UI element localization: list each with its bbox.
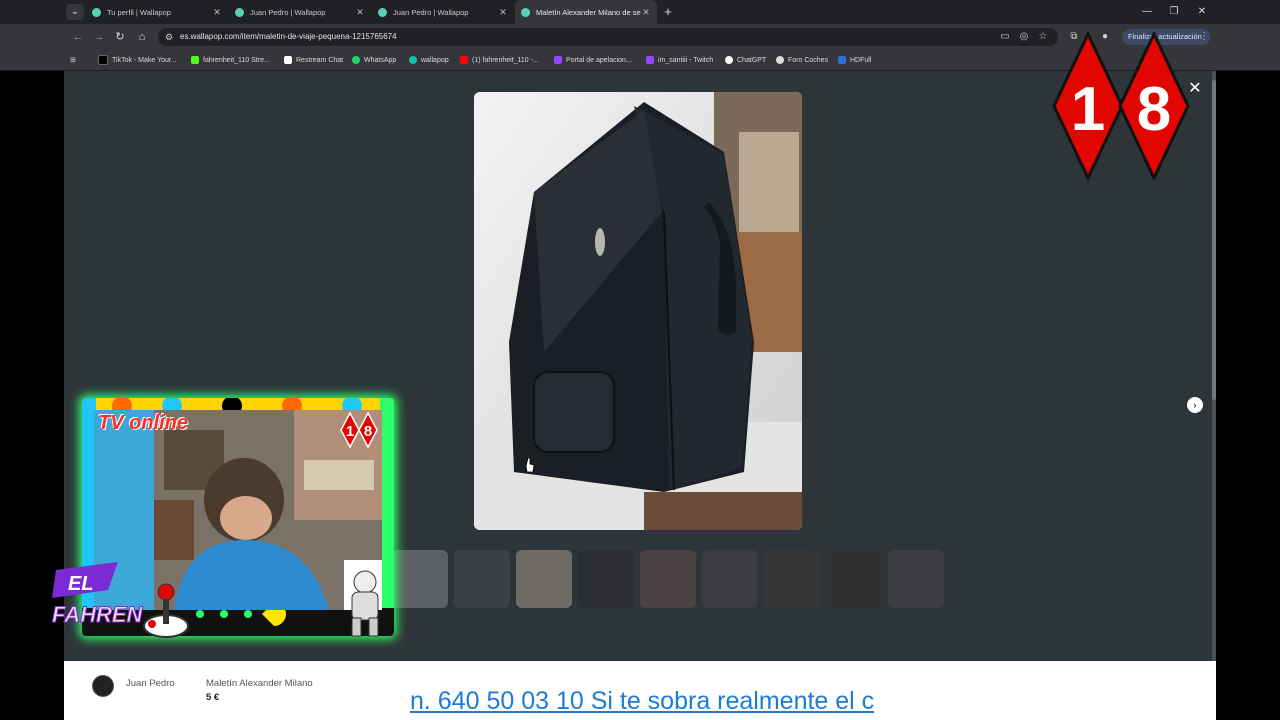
- bookmark-star-icon[interactable]: ☆: [1035, 29, 1051, 45]
- astronaut-icon: [351, 570, 379, 637]
- bookmark-restream[interactable]: Restream Chat: [284, 54, 343, 66]
- mouse-cursor-icon: [525, 458, 535, 472]
- thumbnail-2[interactable]: [454, 550, 510, 608]
- svg-text:1: 1: [346, 423, 354, 440]
- tab-title: Juan Pedro | Wallapop: [250, 7, 326, 17]
- overlay-18-badge: 1 8: [340, 412, 378, 448]
- thumbnail-8[interactable]: [826, 550, 882, 608]
- wallapop-favicon-icon: [378, 7, 387, 17]
- wallapop-favicon-icon: [235, 7, 244, 17]
- tab-title: Maletín Alexander Milano de se: [536, 7, 641, 17]
- url-text[interactable]: es.wallapop.com/item/maletin-de-viaje-pe…: [180, 30, 397, 44]
- restream-icon: [284, 56, 292, 64]
- bookmark-whatsapp[interactable]: WhatsApp: [352, 54, 396, 66]
- whatsapp-icon: [352, 56, 360, 64]
- thumbnail-3[interactable]: [516, 550, 572, 608]
- site-info-icon[interactable]: ⚙: [161, 29, 177, 45]
- thumbnail-6[interactable]: [702, 550, 758, 608]
- item-title: Maletín Alexander Milano: [206, 678, 313, 689]
- joystick-icon: [143, 583, 189, 638]
- tab-juan-pedro-2[interactable]: Juan Pedro | Wallapop ✕: [372, 0, 514, 24]
- tab-juan-pedro-1[interactable]: Juan Pedro | Wallapop ✕: [229, 0, 371, 24]
- thumbnail-1[interactable]: [392, 550, 448, 608]
- bookmark-forocoches[interactable]: Foro Coches: [776, 54, 828, 66]
- apps-grid-icon[interactable]: ⊞: [70, 54, 76, 66]
- bookmark-wallapop[interactable]: wallapop: [409, 54, 449, 66]
- bookmark-youtube[interactable]: (1) fahrenheit_110 -...: [460, 54, 539, 66]
- tab-maletin-active[interactable]: Maletín Alexander Milano de se ✕: [515, 0, 657, 24]
- hdfull-icon: [838, 56, 846, 64]
- close-tab-icon[interactable]: ✕: [498, 7, 508, 18]
- bookmark-twitch-santiii[interactable]: im_santiii - Twitch: [646, 54, 713, 66]
- twitch-icon: [554, 56, 562, 64]
- minimize-icon[interactable]: —: [1137, 4, 1157, 20]
- brand-line-2: FAHREN: [52, 602, 144, 627]
- next-image-chevron-icon[interactable]: ›: [1187, 397, 1203, 413]
- thumbnail-5[interactable]: [640, 550, 696, 608]
- eighteen-logo: 1 8: [1052, 32, 1190, 180]
- tab-tu-perfil[interactable]: Tu perfil | Wallapop ✕: [86, 0, 228, 24]
- wallapop-icon: [409, 56, 417, 64]
- thumbnail-4[interactable]: [578, 550, 634, 608]
- scrolling-ticker-text: n. 640 50 03 10 Si te sobra realmente el…: [410, 687, 875, 715]
- forward-arrow-icon[interactable]: →: [91, 29, 107, 45]
- chatgpt-icon: [725, 56, 733, 64]
- window-close-icon[interactable]: ✕: [1192, 4, 1212, 20]
- twitch-icon: [646, 56, 654, 64]
- back-arrow-icon[interactable]: ←: [70, 29, 86, 45]
- home-icon[interactable]: ⌂: [134, 29, 150, 45]
- bookmark-hdfull[interactable]: HDFull: [838, 54, 871, 66]
- kick-icon: [191, 56, 199, 64]
- svg-text:8: 8: [364, 423, 372, 440]
- eye-off-icon[interactable]: ◎: [1016, 29, 1032, 45]
- brand-line-1: EL: [68, 573, 94, 595]
- close-tab-icon[interactable]: ✕: [355, 7, 365, 18]
- restore-icon[interactable]: ❐: [1164, 4, 1184, 20]
- reload-icon[interactable]: ↻: [112, 29, 128, 45]
- tiktok-icon: [98, 55, 108, 65]
- install-app-icon[interactable]: ▭: [997, 29, 1013, 45]
- bookmark-tiktok[interactable]: TikTok - Make Your...: [98, 54, 177, 66]
- thumbnail-9[interactable]: [888, 550, 944, 608]
- bookmark-kick[interactable]: fahrenheit_110 Stre...: [191, 54, 270, 66]
- tv-online-label: TV online: [98, 412, 188, 434]
- item-price: 5 €: [206, 692, 220, 703]
- seller-name[interactable]: Juan Pedro: [126, 678, 175, 689]
- wallapop-favicon-icon: [521, 7, 530, 17]
- youtube-icon: [460, 56, 468, 64]
- main-product-photo[interactable]: [474, 92, 802, 530]
- close-tab-icon[interactable]: ✕: [212, 7, 222, 18]
- menu-kebab-icon[interactable]: ⋮: [1196, 29, 1212, 45]
- wallapop-favicon-icon: [92, 7, 101, 17]
- close-tab-icon[interactable]: ✕: [641, 7, 651, 18]
- thumbnail-7[interactable]: [764, 550, 820, 608]
- logo-digit-2: 8: [1137, 75, 1171, 144]
- tab-title: Juan Pedro | Wallapop: [393, 7, 469, 17]
- seller-avatar[interactable]: [92, 675, 114, 697]
- bookmark-twitch-portal[interactable]: Portal de apelacion...: [554, 54, 632, 66]
- forocoches-icon: [776, 56, 784, 64]
- tab-search-chevron-icon[interactable]: ⌄: [66, 4, 84, 20]
- scrollbar-thumb[interactable]: [1212, 80, 1216, 400]
- new-tab-plus-icon[interactable]: +: [660, 3, 676, 21]
- logo-digit-1: 1: [1071, 75, 1105, 144]
- bookmark-chatgpt[interactable]: ChatGPT: [725, 54, 766, 66]
- tab-title: Tu perfil | Wallapop: [107, 7, 171, 17]
